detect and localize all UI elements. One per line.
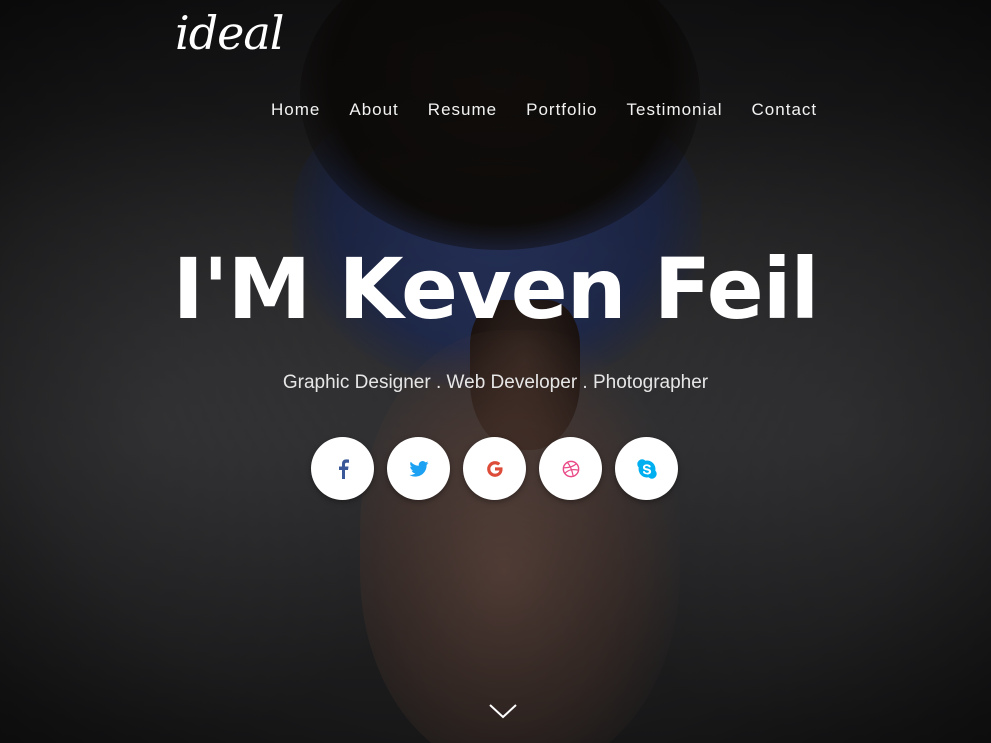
nav-item-testimonial[interactable]: Testimonial — [626, 100, 722, 120]
dribbble-button[interactable] — [539, 437, 602, 500]
social-links — [311, 437, 678, 500]
google-button[interactable] — [463, 437, 526, 500]
twitter-icon — [408, 460, 429, 477]
facebook-icon — [338, 458, 349, 479]
nav-item-resume[interactable]: Resume — [428, 100, 497, 120]
site-logo[interactable]: ideal — [175, 10, 285, 56]
nav-item-about[interactable]: About — [349, 100, 398, 120]
skype-icon — [636, 458, 657, 479]
nav-item-contact[interactable]: Contact — [752, 100, 818, 120]
google-icon — [486, 460, 503, 477]
skype-button[interactable] — [615, 437, 678, 500]
twitter-button[interactable] — [387, 437, 450, 500]
hero-title: I'M Keven Feil — [172, 240, 820, 338]
hero-subtitle: Graphic Designer . Web Developer . Photo… — [282, 372, 709, 393]
nav-item-home[interactable]: Home — [271, 100, 320, 120]
dribbble-icon — [562, 460, 579, 477]
nav-item-portfolio[interactable]: Portfolio — [526, 100, 597, 120]
main-nav: Home About Resume Portfolio Testimonial … — [271, 100, 817, 120]
chevron-down-icon[interactable] — [488, 701, 518, 721]
facebook-button[interactable] — [311, 437, 374, 500]
